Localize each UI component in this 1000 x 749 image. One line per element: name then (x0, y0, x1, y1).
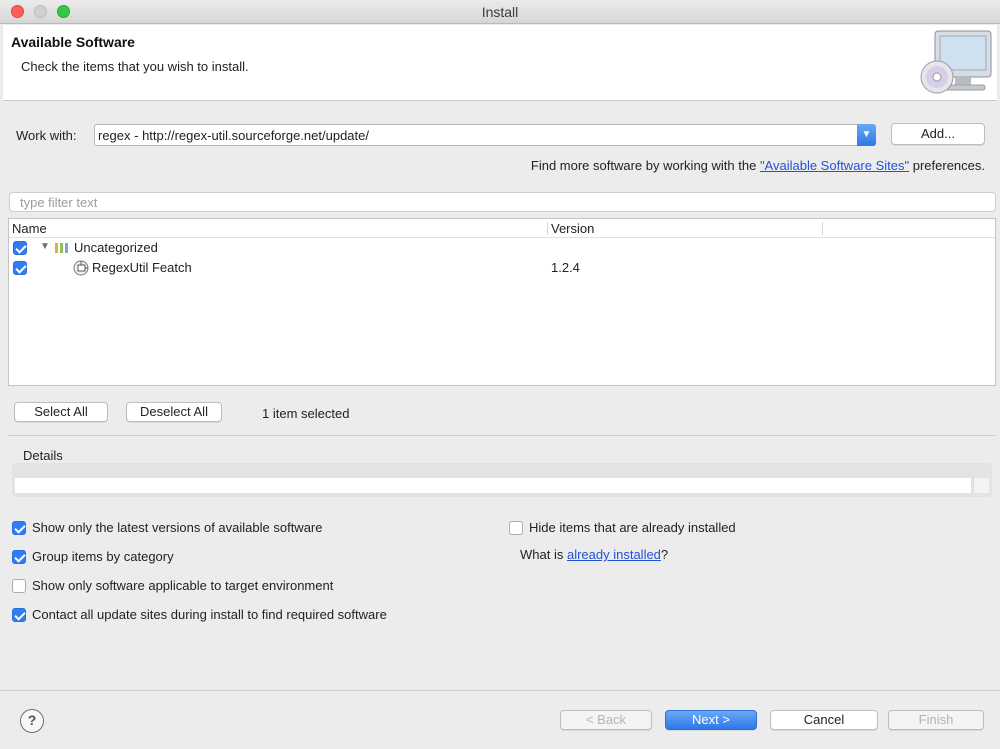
column-header-version[interactable]: Version (551, 221, 594, 236)
row-name: RegexUtil Featch (92, 260, 192, 275)
divider (8, 435, 996, 436)
column-divider[interactable] (822, 222, 823, 235)
row-checkbox[interactable] (13, 261, 27, 275)
back-button[interactable]: < Back (560, 710, 652, 730)
work-with-combo[interactable]: regex - http://regex-util.sourceforge.ne… (94, 124, 876, 146)
page-title: Available Software (11, 34, 135, 50)
category-icon (55, 243, 68, 253)
column-divider[interactable] (547, 222, 548, 235)
latest-only-checkbox[interactable] (12, 521, 26, 535)
row-name: Uncategorized (74, 240, 158, 255)
contact-sites-label: Contact all update sites during install … (32, 607, 387, 622)
page-description: Check the items that you wish to install… (21, 59, 249, 74)
details-scrollbar[interactable] (973, 478, 989, 493)
row-version: 1.2.4 (551, 260, 580, 275)
contact-sites-checkbox[interactable] (12, 608, 26, 622)
footer-divider (0, 690, 1000, 691)
column-header-name[interactable]: Name (12, 221, 47, 236)
title-bar: Install (0, 0, 1000, 24)
what-is-installed-text: What is already installed? (520, 547, 668, 562)
already-installed-link[interactable]: already installed (567, 547, 661, 562)
hide-installed-label: Hide items that are already installed (529, 520, 736, 535)
software-table: Name Version ▼ Uncategorized RegexUtil F… (8, 218, 996, 386)
find-more-prefix: Find more software by working with the (530, 158, 760, 173)
work-with-value: regex - http://regex-util.sourceforge.ne… (98, 128, 369, 143)
details-text-area[interactable] (15, 478, 971, 493)
find-more-text: Find more software by working with the "… (531, 158, 985, 173)
table-header: Name Version (9, 219, 995, 238)
group-by-category-checkbox[interactable] (12, 550, 26, 564)
latest-only-label: Show only the latest versions of availab… (32, 520, 323, 535)
work-with-label: Work with: (16, 128, 77, 143)
window-title: Install (481, 4, 519, 20)
what-is-prefix: What is (520, 547, 567, 562)
select-all-button[interactable]: Select All (14, 402, 108, 422)
table-row[interactable]: ▼ Uncategorized (9, 238, 995, 258)
finish-button[interactable]: Finish (888, 710, 984, 730)
header-banner: Available Software Check the items that … (3, 25, 997, 101)
what-is-suffix: ? (660, 547, 669, 562)
install-monitor-icon (920, 30, 992, 94)
cancel-button[interactable]: Cancel (770, 710, 878, 730)
add-site-button[interactable]: Add... (891, 123, 985, 145)
next-button[interactable]: Next > (665, 710, 757, 730)
target-env-checkbox[interactable] (12, 579, 26, 593)
details-label: Details (23, 448, 63, 463)
feature-plugin-icon (73, 260, 89, 276)
details-panel (12, 463, 992, 497)
available-software-sites-link[interactable]: "Available Software Sites" (760, 158, 909, 173)
target-env-label: Show only software applicable to target … (32, 578, 334, 593)
find-more-suffix: preferences. (909, 158, 985, 173)
filter-input[interactable]: type filter text (9, 192, 996, 212)
help-icon[interactable]: ? (20, 709, 44, 733)
row-checkbox[interactable] (13, 241, 27, 255)
hide-installed-checkbox[interactable] (509, 521, 523, 535)
deselect-all-button[interactable]: Deselect All (126, 402, 222, 422)
expand-triangle-icon[interactable]: ▼ (40, 241, 50, 252)
chevron-down-icon[interactable]: ▼ (857, 124, 876, 146)
table-row[interactable]: RegexUtil Featch 1.2.4 (9, 258, 995, 278)
group-by-category-label: Group items by category (32, 549, 174, 564)
selection-count: 1 item selected (262, 406, 350, 421)
